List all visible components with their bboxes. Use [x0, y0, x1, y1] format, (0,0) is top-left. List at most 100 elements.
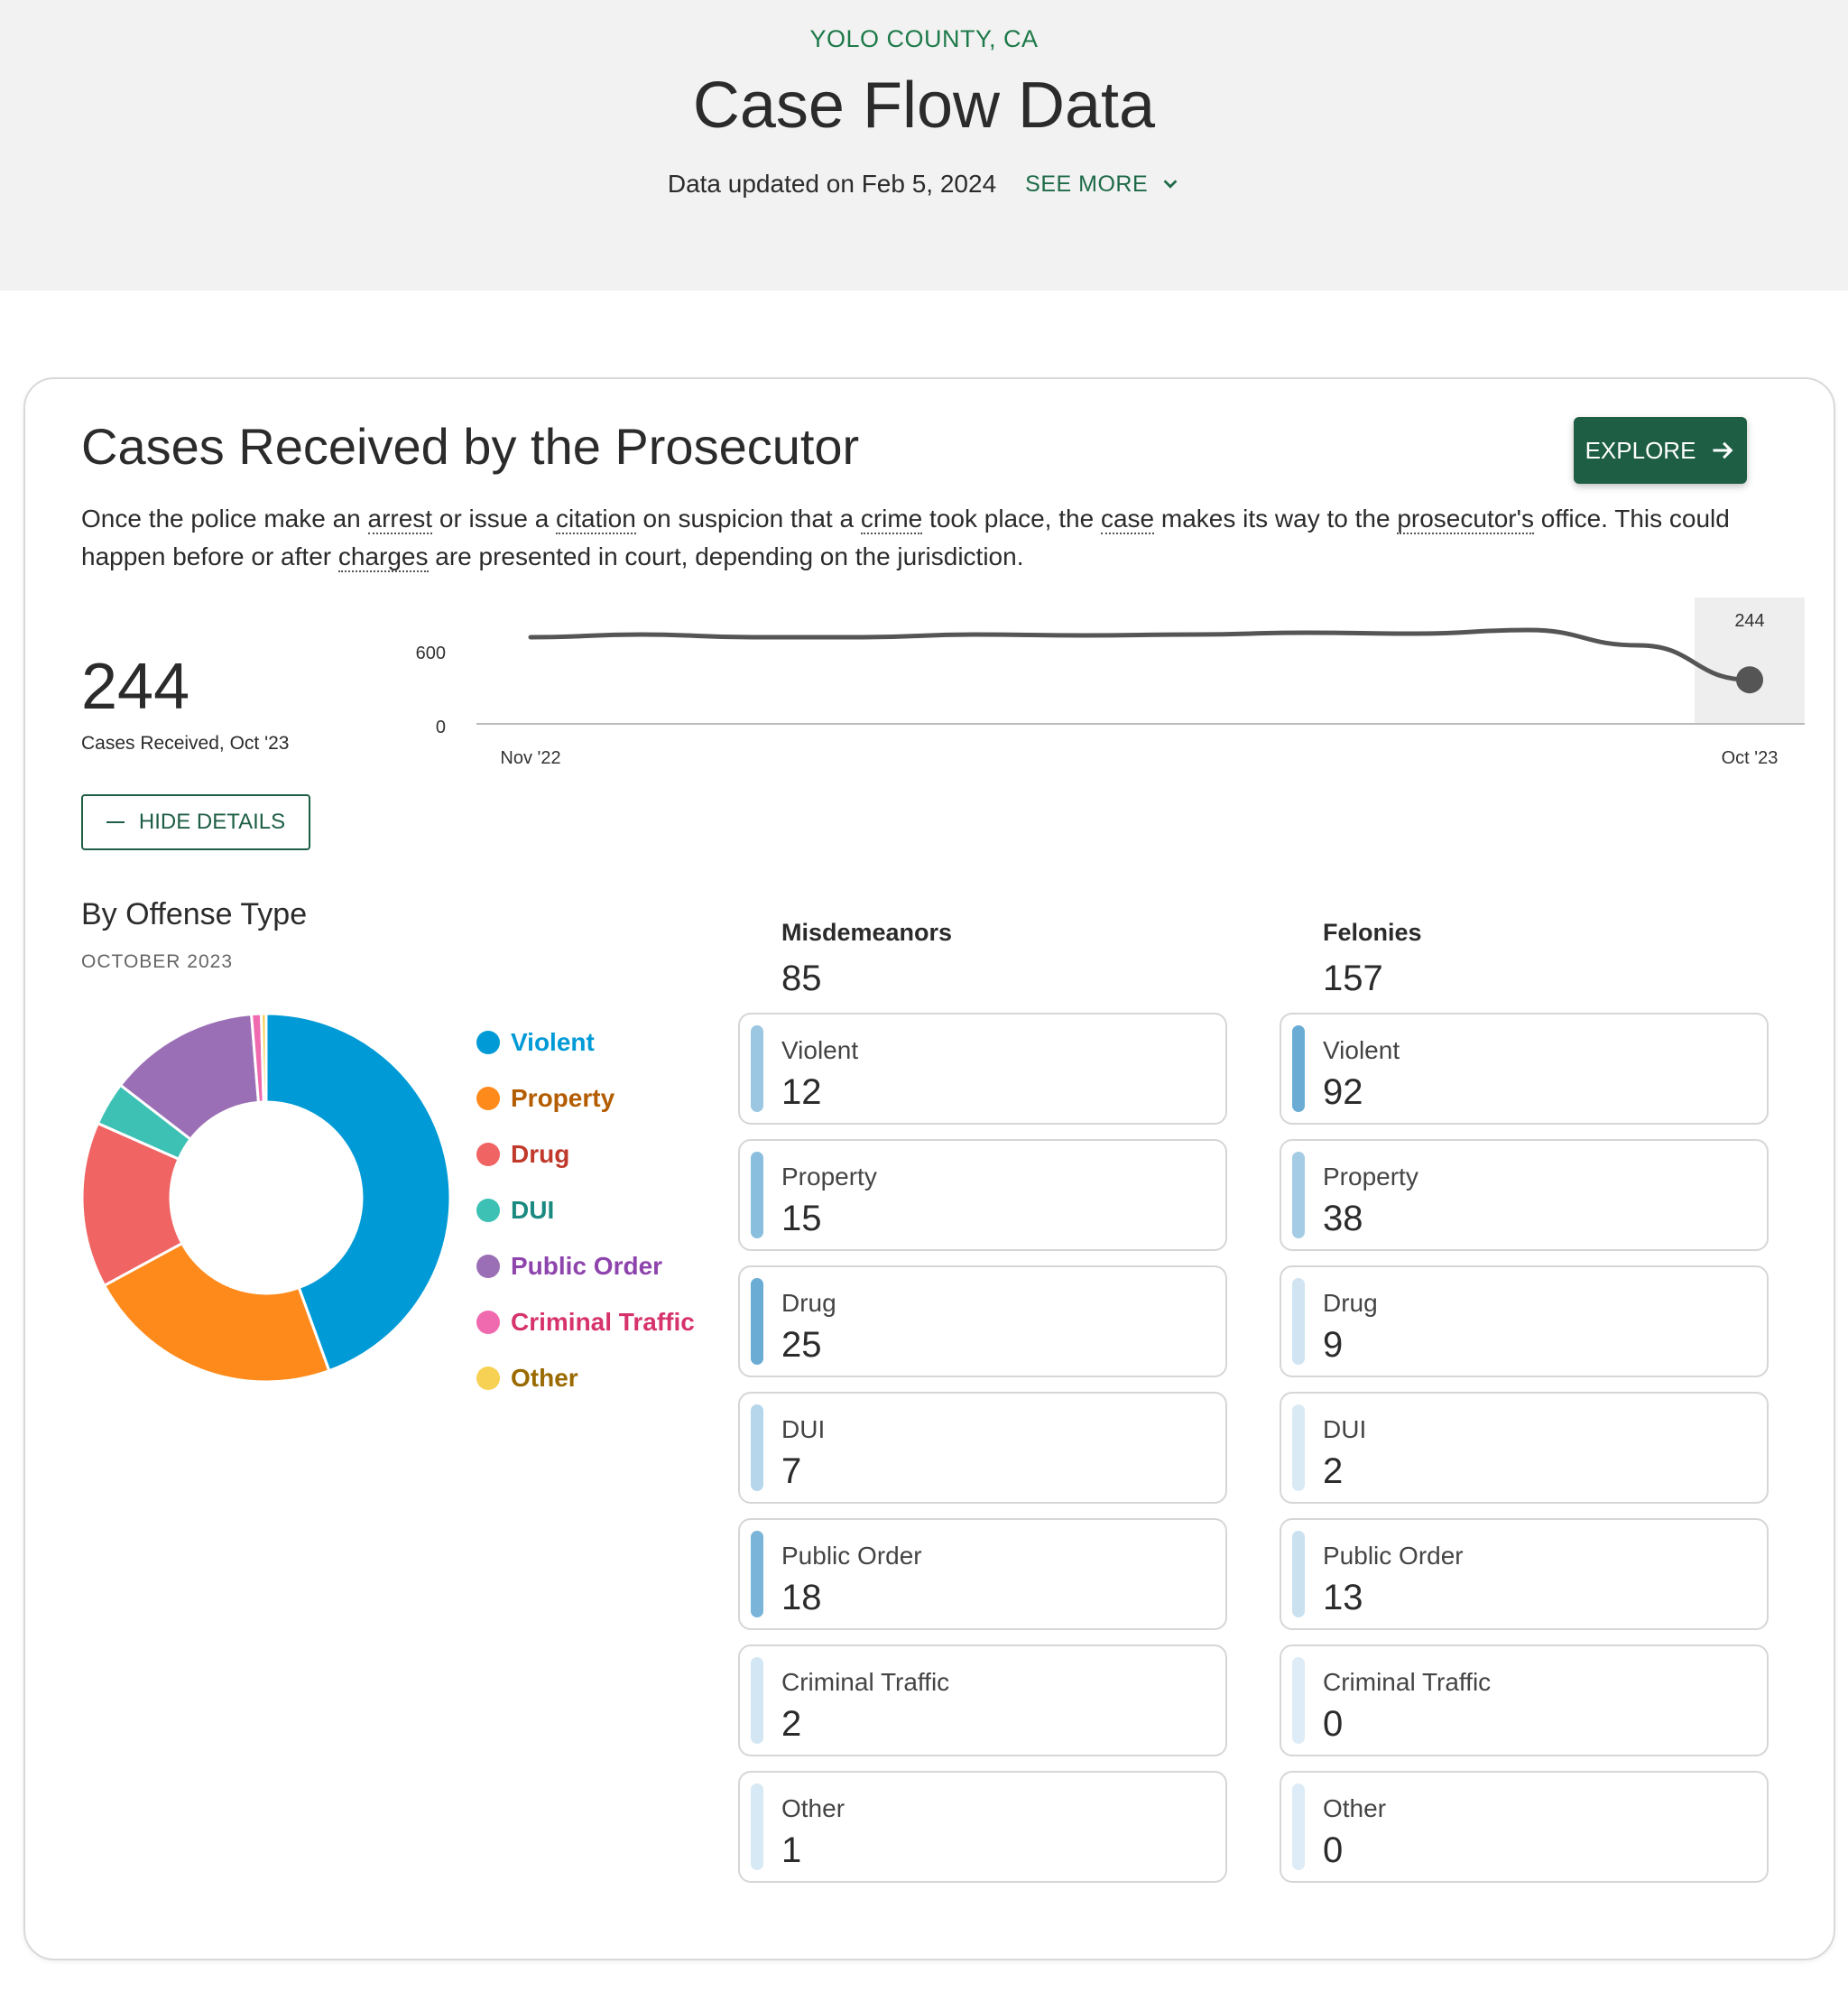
legend-item[interactable]: Drug	[476, 1126, 695, 1182]
offense-donut-chart[interactable]	[81, 1013, 451, 1383]
felony-tile-violent[interactable]: Violent 92	[1280, 1013, 1769, 1125]
cases-received-label: Cases Received, Oct '23	[81, 733, 290, 754]
felony-tile-other[interactable]: Other 0	[1280, 1771, 1769, 1883]
term-prosecutor[interactable]: prosecutor's	[1397, 505, 1534, 534]
term-citation[interactable]: citation	[556, 505, 636, 534]
x-start-label: Nov '22	[500, 748, 560, 768]
donut-slice-other[interactable]	[259, 1013, 268, 1104]
felony-tile-dui[interactable]: DUI 2	[1280, 1392, 1769, 1504]
legend-dot-icon	[476, 1367, 500, 1390]
desc-text: on suspicion that a	[635, 505, 861, 533]
explore-button[interactable]: EXPLORE	[1574, 417, 1747, 484]
legend-item[interactable]: Property	[476, 1070, 695, 1126]
see-more-label: SEE MORE	[1025, 171, 1149, 197]
legend-item[interactable]: DUI	[476, 1182, 695, 1238]
tile-label: Property	[1323, 1163, 1418, 1191]
legend-label: Drug	[511, 1140, 570, 1168]
legend-dot-icon	[476, 1143, 500, 1166]
updated-row: Data updated on Feb 5, 2024 SEE MORE	[0, 170, 1848, 199]
minus-icon	[106, 821, 125, 823]
legend-item[interactable]: Violent	[476, 1015, 695, 1070]
cases-received-card: Cases Received by the Prosecutor EXPLORE…	[23, 377, 1835, 1960]
tile-label: Criminal Traffic	[781, 1668, 950, 1696]
felonies-title: Felonies	[1323, 919, 1422, 946]
tile-label: Drug	[781, 1289, 836, 1317]
misdemeanor-tile-property[interactable]: Property 15	[738, 1139, 1227, 1251]
legend-label: Criminal Traffic	[511, 1308, 695, 1336]
legend-label: Public Order	[511, 1252, 663, 1280]
offense-title: By Offense Type	[81, 897, 308, 931]
offense-subtitle: OCTOBER 2023	[81, 951, 234, 972]
legend-dot-icon	[476, 1311, 500, 1334]
tile-value: 12	[781, 1072, 822, 1112]
tile-value: 15	[781, 1199, 822, 1238]
tile-bar	[1292, 1152, 1305, 1238]
desc-text: or issue a	[432, 505, 557, 533]
legend-item[interactable]: Criminal Traffic	[476, 1294, 695, 1350]
tile-label: Other	[1323, 1794, 1387, 1822]
desc-text: makes its way to the	[1154, 505, 1398, 533]
desc-text: are presented in court, depending on the…	[428, 542, 1024, 570]
misdemeanor-tile-violent[interactable]: Violent 12	[738, 1013, 1227, 1125]
felony-tile-property[interactable]: Property 38	[1280, 1139, 1769, 1251]
felonies-total: 157	[1323, 959, 1383, 998]
misdemeanor-tile-dui[interactable]: DUI 7	[738, 1392, 1227, 1504]
cases-received-count: 244	[81, 651, 190, 723]
tile-label: Violent	[781, 1036, 859, 1064]
card-title: Cases Received by the Prosecutor	[81, 418, 860, 475]
term-charges[interactable]: charges	[337, 542, 429, 572]
tile-value: 13	[1323, 1578, 1363, 1617]
trend-sparkline[interactable]: 244 600 0 Nov '22 Oct '23	[386, 598, 1812, 778]
term-arrest[interactable]: arrest	[367, 505, 433, 534]
tile-bar	[751, 1784, 763, 1870]
legend-label: Property	[511, 1084, 615, 1112]
legend-label: DUI	[511, 1196, 555, 1224]
legend-dot-icon	[476, 1031, 500, 1054]
tile-bar	[751, 1531, 763, 1617]
tile-value: 92	[1323, 1072, 1363, 1112]
page-header: YOLO COUNTY, CA Case Flow Data Data upda…	[0, 0, 1848, 291]
see-more-button[interactable]: SEE MORE	[1025, 171, 1180, 198]
misdemeanor-tile-drug[interactable]: Drug 25	[738, 1265, 1227, 1377]
legend-dot-icon	[476, 1255, 500, 1278]
hide-details-button[interactable]: HIDE DETAILS	[81, 794, 310, 850]
tile-value: 2	[781, 1704, 802, 1744]
arrow-right-icon	[1713, 441, 1733, 459]
tile-value: 0	[1323, 1830, 1344, 1870]
chevron-down-icon	[1163, 180, 1178, 189]
tile-bar	[1292, 1531, 1305, 1617]
tile-value: 1	[781, 1830, 802, 1870]
y-min-label: 0	[436, 718, 446, 737]
legend-dot-icon	[476, 1087, 500, 1110]
trend-end-point[interactable]	[1736, 666, 1763, 694]
card-description: Once the police make an arrest or issue …	[81, 500, 1760, 576]
felony-tile-criminal-traffic[interactable]: Criminal Traffic 0	[1280, 1645, 1769, 1756]
desc-text: took place, the	[922, 505, 1101, 533]
felony-tile-drug[interactable]: Drug 9	[1280, 1265, 1769, 1377]
tile-bar	[751, 1025, 763, 1112]
tile-bar	[751, 1278, 763, 1365]
legend-item[interactable]: Other	[476, 1350, 695, 1406]
legend-item[interactable]: Public Order	[476, 1238, 695, 1294]
felony-tile-public-order[interactable]: Public Order 13	[1280, 1518, 1769, 1630]
updated-text: Data updated on Feb 5, 2024	[667, 170, 997, 198]
trend-line	[528, 627, 1752, 682]
legend-label: Violent	[511, 1028, 595, 1056]
offense-legend: Violent Property Drug DUI Public Order Crimin…	[476, 1015, 695, 1406]
tile-bar	[751, 1657, 763, 1744]
misdemeanor-tile-public-order[interactable]: Public Order 18	[738, 1518, 1227, 1630]
term-case[interactable]: case	[1100, 505, 1155, 534]
tile-bar	[1292, 1784, 1305, 1870]
legend-label: Other	[511, 1364, 578, 1392]
page-title: Case Flow Data	[692, 69, 1156, 142]
tile-label: Criminal Traffic	[1323, 1668, 1492, 1696]
explore-label: EXPLORE	[1585, 436, 1696, 464]
tile-value: 2	[1323, 1451, 1344, 1491]
tile-value: 0	[1323, 1704, 1344, 1744]
misdemeanors-total: 85	[781, 959, 822, 998]
misdemeanor-tile-criminal-traffic[interactable]: Criminal Traffic 2	[738, 1645, 1227, 1756]
tile-value: 9	[1323, 1325, 1344, 1365]
legend-dot-icon	[476, 1199, 500, 1222]
term-crime[interactable]: crime	[860, 505, 923, 534]
misdemeanor-tile-other[interactable]: Other 1	[738, 1771, 1227, 1883]
